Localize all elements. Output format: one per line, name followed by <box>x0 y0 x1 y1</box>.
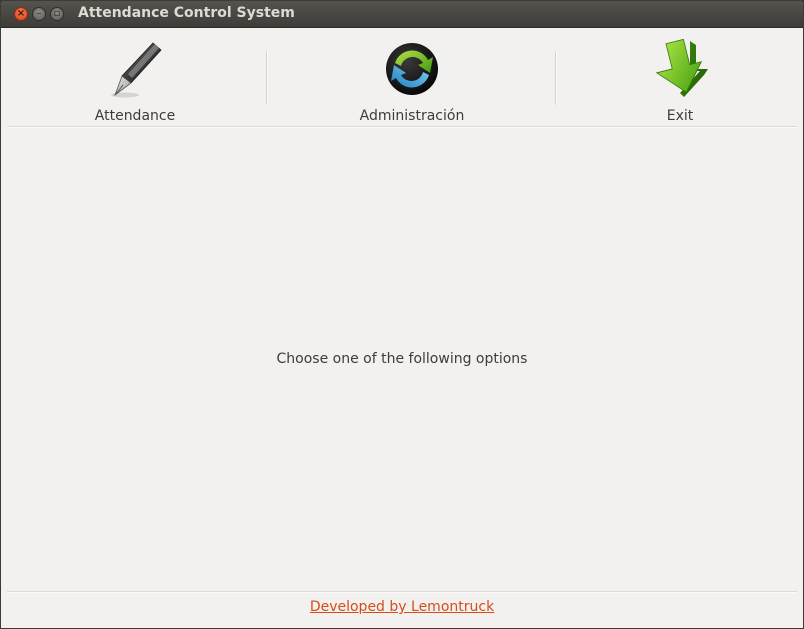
pen-icon <box>111 42 162 98</box>
title-bar[interactable]: × – ▫ Attendance Control System <box>1 1 803 28</box>
toolbar-separator <box>266 51 268 105</box>
instruction-text: Choose one of the following options <box>276 351 528 367</box>
down-arrow-exit-icon <box>655 39 708 97</box>
toolbar-separator <box>555 51 557 105</box>
footer: Developed by Lemontruck <box>1 599 803 615</box>
toolbar-button-exit[interactable]: Exit <box>630 39 730 125</box>
toolbar: Attendance Administración Exit <box>1 27 803 127</box>
toolbar-label-exit: Exit <box>666 108 694 124</box>
app-window: × – ▫ Attendance Control System Attendan… <box>0 0 804 629</box>
sync-arrows-icon <box>386 43 438 95</box>
window-title: Attendance Control System <box>78 5 295 21</box>
footer-divider <box>7 591 797 593</box>
toolbar-button-attendance[interactable]: Attendance <box>85 39 185 125</box>
maximize-window-button[interactable]: ▫ <box>50 7 64 21</box>
toolbar-label-administracion: Administración <box>359 108 465 124</box>
close-window-button[interactable]: × <box>14 7 28 21</box>
toolbar-button-administracion[interactable]: Administración <box>352 39 472 125</box>
toolbar-divider <box>7 126 797 128</box>
minimize-window-button[interactable]: – <box>32 7 46 21</box>
toolbar-label-attendance: Attendance <box>94 108 176 124</box>
developer-credit-link[interactable]: Developed by Lemontruck <box>310 599 494 615</box>
